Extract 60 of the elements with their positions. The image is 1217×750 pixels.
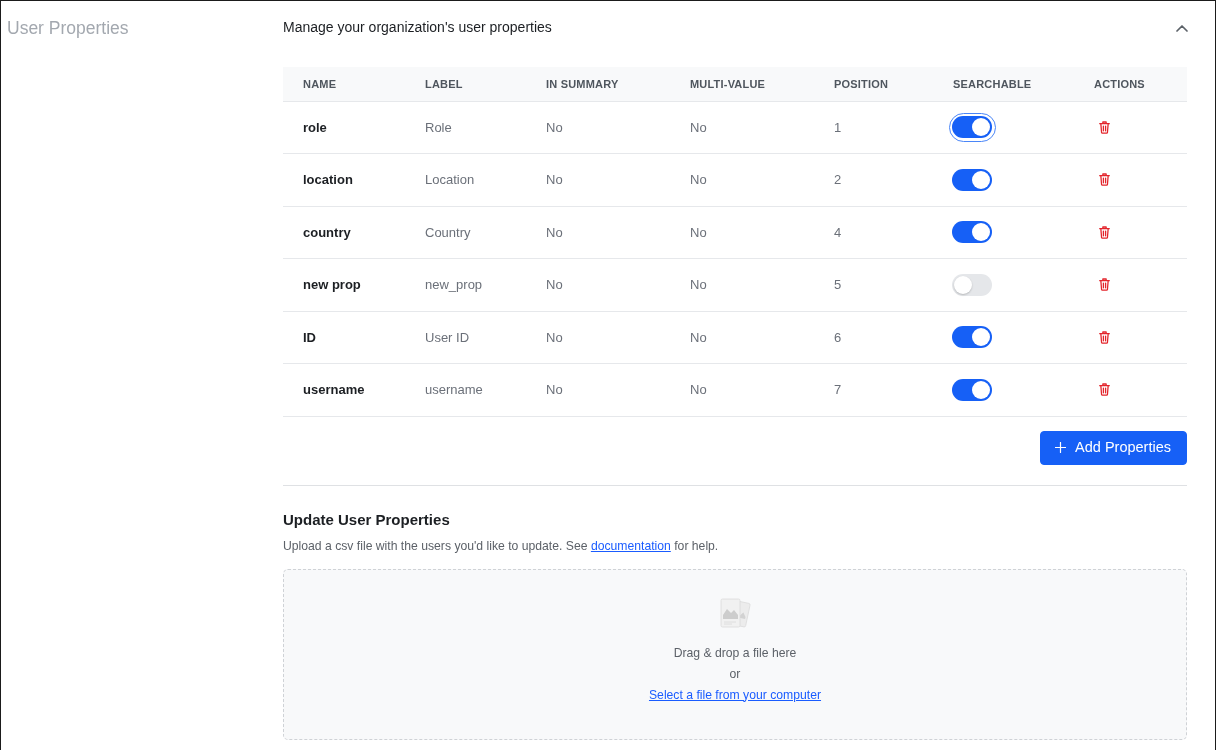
column-header: POSITION [814,67,933,101]
trash-icon[interactable] [1099,383,1110,397]
select-file-link[interactable]: Select a file from your computer [648,684,822,706]
trash-icon[interactable] [1099,330,1110,344]
trash-icon[interactable] [1099,278,1110,292]
toggle-switch[interactable] [952,273,992,296]
trash-icon[interactable] [1099,173,1110,187]
property-name: role [283,101,405,154]
property-name: new prop [283,258,405,311]
position-value: 5 [814,258,933,311]
toggle-switch[interactable] [952,326,992,349]
summary-value: No [526,363,670,416]
summary-value: No [526,258,670,311]
column-header: IN SUMMARY [526,67,670,101]
property-label: username [405,363,526,416]
drop-prompt: Drag & drop a file here [673,644,797,662]
add-properties-button[interactable]: Add Properties [1040,430,1187,465]
column-header: LABEL [405,67,526,101]
multi-value-value: No [670,363,814,416]
plus-icon [1055,442,1067,453]
summary-value: No [526,153,670,206]
position-value: 2 [814,153,933,206]
summary-value: No [526,101,670,154]
documentation-link[interactable]: documentation [590,538,671,553]
summary-value: No [526,311,670,364]
toggle-switch[interactable] [952,221,992,244]
chevron-up-icon[interactable] [1176,23,1188,32]
property-label: Country [405,206,526,259]
property-label: Role [405,101,526,154]
trash-icon[interactable] [1099,225,1110,239]
position-value: 7 [814,363,933,416]
property-label: User ID [405,311,526,364]
trash-icon[interactable] [1099,120,1110,134]
position-value: 1 [814,101,933,154]
column-header: SEARCHABLE [933,67,1074,101]
page-title: User Properties [7,17,130,39]
property-label: Location [405,153,526,206]
file-drop-zone[interactable]: Drag & drop a file here or Select a file from your computer [283,568,1187,740]
position-value: 6 [814,311,933,364]
multi-value-value: No [670,206,814,259]
section-heading: Update User Properties [283,509,451,530]
multi-value-value: No [670,101,814,154]
upload-instructions: Upload a csv file with the users you'd like to update. See documentation for help. [283,537,720,555]
panel-title: Manage your organization's user properties [283,19,552,36]
column-header: NAME [283,67,405,101]
property-name: username [283,363,405,416]
property-name: location [283,153,405,206]
property-name: ID [283,311,405,364]
toggle-switch[interactable] [952,168,992,191]
column-header: ACTIONS [1074,67,1187,101]
or-separator: or [729,665,741,683]
multi-value-value: No [670,153,814,206]
multi-value-value: No [670,258,814,311]
summary-value: No [526,206,670,259]
toggle-switch[interactable] [952,378,992,401]
property-name: country [283,206,405,259]
property-label: new_prop [405,258,526,311]
column-header: MULTI-VALUE [670,67,814,101]
multi-value-value: No [670,311,814,364]
position-value: 4 [814,206,933,259]
